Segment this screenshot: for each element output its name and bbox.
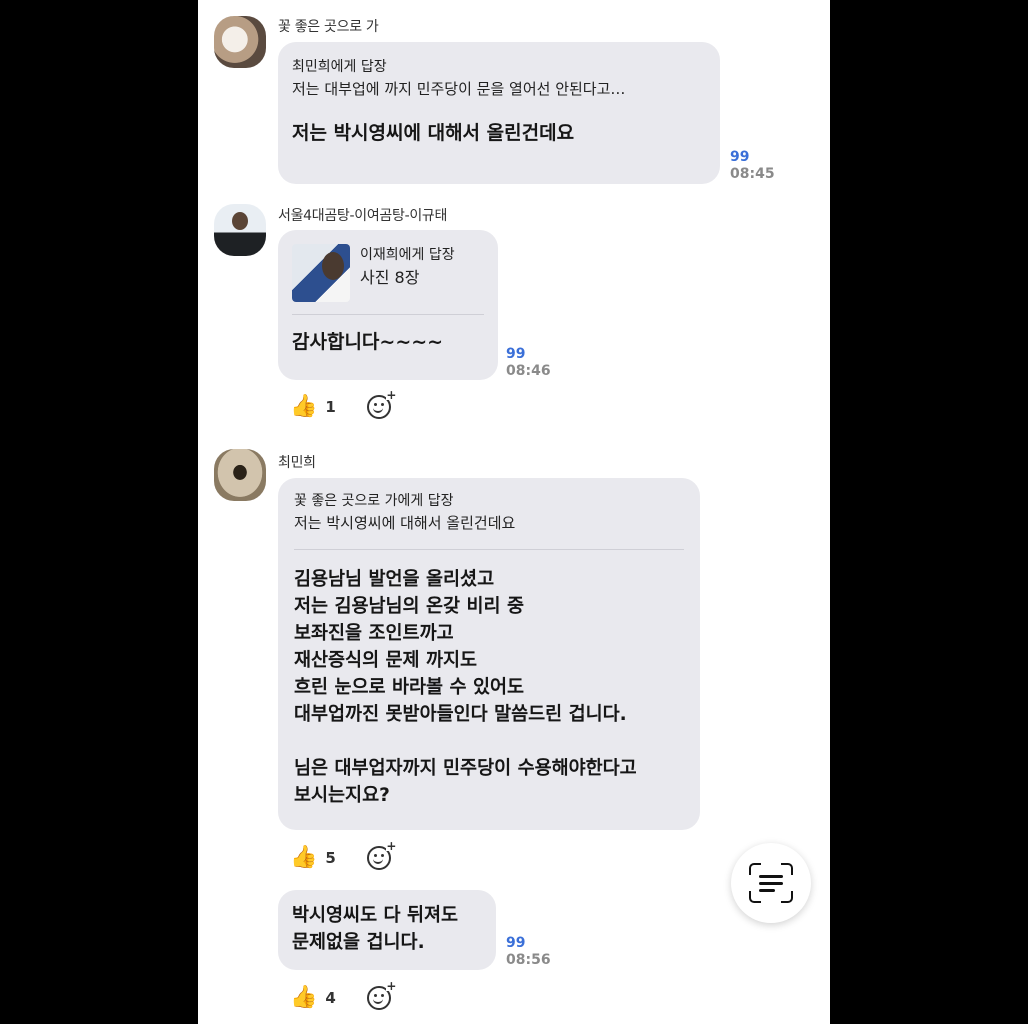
reply-header: 꽃 좋은 곳으로 가에게 답장 xyxy=(294,493,454,509)
timestamp: 08:46 xyxy=(506,363,551,379)
timestamp: 08:56 xyxy=(506,952,551,968)
timestamp: 08:45 xyxy=(730,166,775,182)
message-bubble[interactable]: 꽃 좋은 곳으로 가에게 답장 저는 박시영씨에 대해서 올린건데요 김용남님 … xyxy=(278,478,700,830)
message-bubble[interactable]: 이재희에게 답장 사진 8장 감사합니다~~~~ xyxy=(278,230,498,380)
thumbs-up-icon[interactable]: 👍 xyxy=(290,847,317,869)
reply-quote[interactable]: 저는 박시영씨에 대해서 올린건데요 xyxy=(294,512,684,535)
reaction-count: 5 xyxy=(325,849,336,867)
thumbs-up-icon[interactable]: 👍 xyxy=(290,396,317,418)
add-reaction-icon[interactable]: + xyxy=(367,389,396,419)
divider xyxy=(294,549,684,550)
reply-quote[interactable]: 저는 대부업에 까지 민주당이 문을 열어선 안된다고… xyxy=(292,78,706,101)
reply-header: 최민희에게 답장 xyxy=(292,59,387,75)
add-reaction-icon[interactable]: + xyxy=(367,840,396,870)
reply-preview[interactable]: 이재희에게 답장 사진 8장 xyxy=(292,244,484,302)
sender-name: 서울4대곰탕-이여곰탕-이규태 xyxy=(278,208,448,224)
message-meta: 99 08:45 xyxy=(730,149,775,183)
reaction-bar: 👍 4 + xyxy=(290,980,396,1010)
reaction-count: 4 xyxy=(325,989,336,1007)
avatar[interactable] xyxy=(214,16,266,68)
message-meta: 99 08:46 xyxy=(506,346,551,380)
reply-quote: 사진 8장 xyxy=(360,268,420,287)
reaction-bar: 👍 1 + xyxy=(290,389,396,419)
divider xyxy=(292,109,706,110)
divider xyxy=(292,314,484,315)
message-meta: 99 08:56 xyxy=(506,935,551,969)
sender-name: 최민희 xyxy=(278,455,316,471)
unread-count: 99 xyxy=(730,149,750,165)
thumbs-up-icon[interactable]: 👍 xyxy=(290,987,317,1009)
unread-count: 99 xyxy=(506,346,526,362)
message-text: 감사합니다~~~~ xyxy=(292,331,444,353)
add-reaction-icon[interactable]: + xyxy=(367,980,396,1010)
reply-header: 이재희에게 답장 xyxy=(360,247,455,263)
reaction-count: 1 xyxy=(325,398,336,416)
photo-thumbnail[interactable] xyxy=(292,244,350,302)
text-scan-button[interactable] xyxy=(731,843,811,923)
unread-count: 99 xyxy=(506,935,526,951)
message-text: 김용남님 발언을 올리셨고 저는 김용남님의 온갖 비리 중 보좌진을 조인트까… xyxy=(294,569,637,806)
message-text: 박시영씨도 다 뒤져도 문제없을 겁니다. xyxy=(292,905,459,953)
sender-name: 꽃 좋은 곳으로 가 xyxy=(278,19,379,35)
avatar[interactable] xyxy=(214,449,266,501)
reaction-bar: 👍 5 + xyxy=(290,840,396,870)
message-bubble[interactable]: 최민희에게 답장 저는 대부업에 까지 민주당이 문을 열어선 안된다고… 저는… xyxy=(278,42,720,184)
avatar[interactable] xyxy=(214,204,266,256)
message-bubble[interactable]: 박시영씨도 다 뒤져도 문제없을 겁니다. xyxy=(278,890,496,970)
message-text: 저는 박시영씨에 대해서 올린건데요 xyxy=(292,122,575,144)
